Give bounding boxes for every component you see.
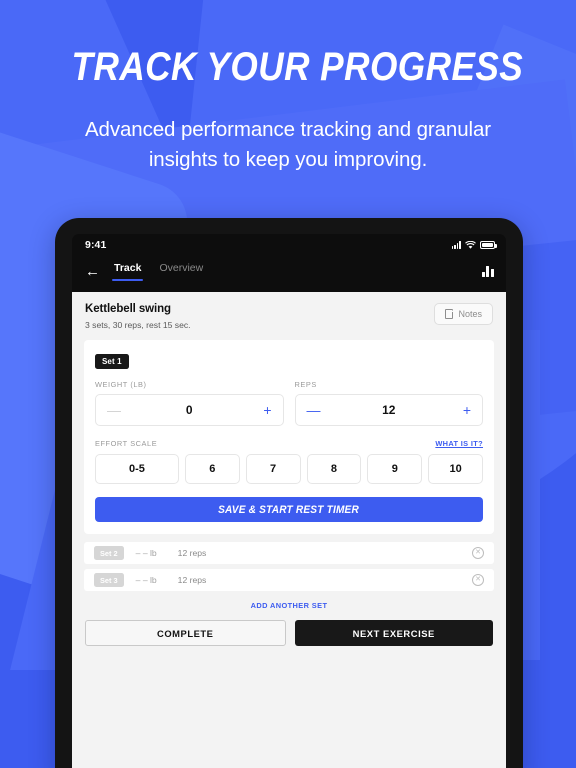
hero-subtitle-line-1: Advanced performance tracking and granul… xyxy=(84,118,492,142)
exercise-header: Kettlebell swing 3 sets, 30 reps, rest 1… xyxy=(84,303,494,340)
save-and-start-rest-timer-button[interactable]: SAVE & START REST TIMER xyxy=(95,497,483,522)
effort-scale-options: 0-5 6 7 8 9 10 xyxy=(95,454,484,484)
reps-stepper: — 12 + xyxy=(294,394,483,426)
footer-actions: COMPLETE NEXT EXERCISE xyxy=(84,620,494,646)
arrow-left-icon[interactable]: ← xyxy=(85,264,100,279)
pending-set-reps: 12 reps xyxy=(177,575,207,585)
device-screen: 9:41 ← Track Overview Kettlebell swing 3… xyxy=(72,234,506,768)
tab-overview[interactable]: Overview xyxy=(159,262,203,281)
hero-section: TRACK YOUR PROGRESS Advanced performance… xyxy=(0,46,576,174)
hero-subtitle: Advanced performance tracking and granul… xyxy=(42,115,534,173)
app-nav-bar: ← Track Overview xyxy=(72,256,506,286)
bar-chart-icon[interactable] xyxy=(481,265,494,277)
effort-option-10[interactable]: 10 xyxy=(428,454,484,484)
status-icons xyxy=(451,240,497,250)
device-frame: 9:41 ← Track Overview Kettlebell swing 3… xyxy=(55,218,523,768)
pending-set-row[interactable]: Set 2 – – lb 12 reps ✕ xyxy=(84,542,494,564)
reps-field: REPS — 12 + xyxy=(294,380,483,426)
weight-value[interactable]: 0 xyxy=(121,403,258,417)
exercise-meta: 3 sets, 30 reps, rest 15 sec. xyxy=(85,320,191,330)
signal-icon xyxy=(451,241,461,249)
notes-button-label: Notes xyxy=(458,309,482,319)
weight-field: WEIGHT (LB) — 0 + xyxy=(95,380,284,426)
effort-option-0-5[interactable]: 0-5 xyxy=(95,454,179,484)
effort-scale-header: EFFORT SCALE WHAT IS IT? xyxy=(95,439,483,448)
effort-option-7[interactable]: 7 xyxy=(245,454,301,484)
active-set-card: Set 1 WEIGHT (LB) — 0 + REPS — 12 + EFFO… xyxy=(84,340,494,534)
weight-label: WEIGHT (LB) xyxy=(95,380,147,389)
wifi-icon xyxy=(465,240,476,249)
effort-option-9[interactable]: 9 xyxy=(367,454,423,484)
weight-increment-button[interactable]: + xyxy=(258,403,271,417)
weight-decrement-button[interactable]: — xyxy=(107,403,121,417)
pending-set-badge: Set 3 xyxy=(94,573,124,587)
nav-tabs: Track Overview xyxy=(111,262,203,281)
tab-track[interactable]: Track xyxy=(111,262,144,281)
reps-label: REPS xyxy=(294,380,317,389)
pending-set-row[interactable]: Set 3 – – lb 12 reps ✕ xyxy=(84,569,494,591)
exercise-name: Kettlebell swing xyxy=(85,303,171,315)
hero-title: TRACK YOUR PROGRESS xyxy=(71,45,524,89)
reps-decrement-button[interactable]: — xyxy=(307,403,321,417)
next-exercise-button[interactable]: NEXT EXERCISE xyxy=(294,620,493,646)
reps-increment-button[interactable]: + xyxy=(457,403,471,417)
complete-button[interactable]: COMPLETE xyxy=(85,620,286,646)
pending-set-weight: – – lb xyxy=(135,548,157,558)
effort-option-8[interactable]: 8 xyxy=(306,454,362,484)
pending-set-badge: Set 2 xyxy=(94,546,124,560)
pending-set-reps: 12 reps xyxy=(177,548,207,558)
what-is-it-link[interactable]: WHAT IS IT? xyxy=(435,439,483,448)
save-button-label: SAVE & START REST TIMER xyxy=(218,503,360,516)
exercise-info: Kettlebell swing 3 sets, 30 reps, rest 1… xyxy=(85,303,191,330)
pending-set-weight: – – lb xyxy=(135,575,157,585)
document-icon xyxy=(445,308,454,319)
set-badge: Set 1 xyxy=(95,354,129,369)
effort-scale-label: EFFORT SCALE xyxy=(95,439,158,448)
close-circle-icon[interactable]: ✕ xyxy=(472,574,484,586)
add-another-set-link[interactable]: ADD ANOTHER SET xyxy=(84,601,494,610)
weight-stepper: — 0 + xyxy=(95,394,284,426)
reps-value[interactable]: 12 xyxy=(321,403,458,417)
hero-subtitle-line-2: insights to keep you improving. xyxy=(148,147,428,171)
close-circle-icon[interactable]: ✕ xyxy=(472,547,484,559)
status-bar: 9:41 xyxy=(72,234,506,256)
battery-icon xyxy=(480,241,497,249)
notes-button[interactable]: Notes xyxy=(434,303,493,325)
status-time: 9:41 xyxy=(85,239,107,251)
effort-option-6[interactable]: 6 xyxy=(184,454,240,484)
set-inputs-row: WEIGHT (LB) — 0 + REPS — 12 + xyxy=(95,380,483,426)
app-content: Kettlebell swing 3 sets, 30 reps, rest 1… xyxy=(72,292,506,768)
